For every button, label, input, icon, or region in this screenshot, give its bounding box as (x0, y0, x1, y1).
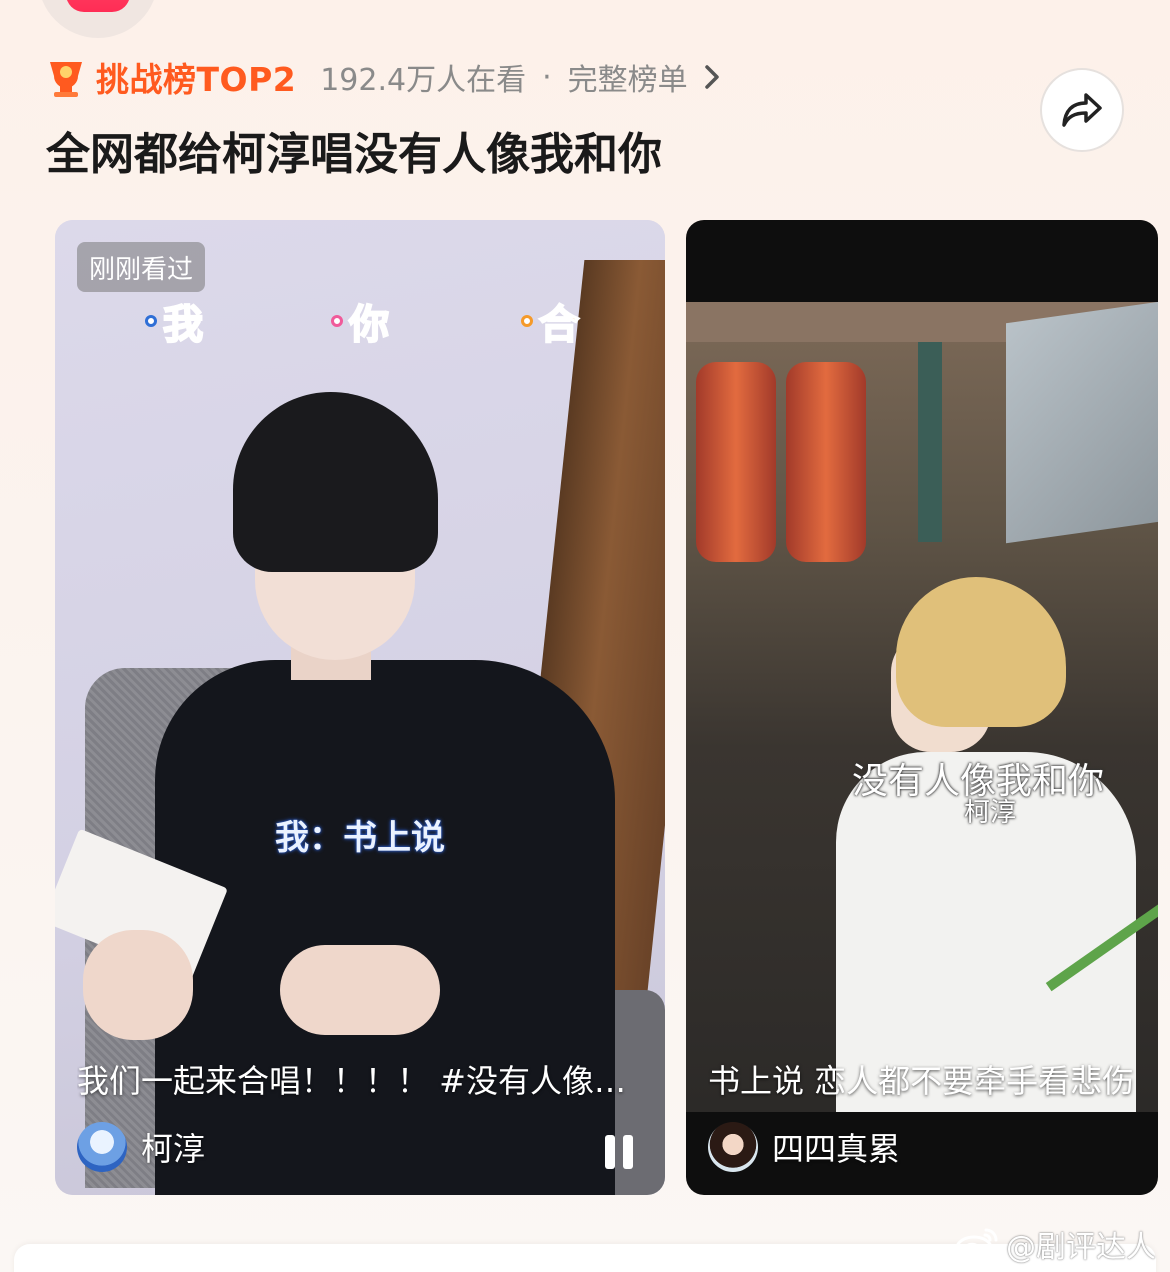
chevron-right-icon[interactable] (702, 63, 722, 91)
trophy-icon (50, 62, 82, 97)
lyric-word-1: 我 (145, 292, 204, 350)
watcher-count: 192.4万人在看 (320, 63, 527, 98)
video-card-left[interactable]: 刚刚看过 我 你 合 我：书上说 我们一起来合唱！！！！ #没有人像我… 柯淳 (55, 220, 665, 1195)
video-thumbnail-right: 没有人像我和你 柯淳 (686, 302, 1158, 1112)
lyric-word-2: 你 (331, 292, 390, 350)
author-name-left: 柯淳 (141, 1130, 206, 1168)
avatar[interactable] (708, 1122, 758, 1172)
author-row-right[interactable]: 四四真累 (708, 1122, 900, 1172)
avatar[interactable] (77, 1122, 127, 1172)
weibo-icon (955, 1228, 998, 1261)
share-icon (1062, 93, 1102, 127)
page-title: 全网都给柯淳唱没有人像我和你 (46, 129, 662, 180)
watermark: @剧评达人 (954, 1222, 1156, 1266)
share-button[interactable] (1040, 68, 1124, 152)
challenge-rank-row[interactable]: 挑战榜TOP2 192.4万人在看 · 完整榜单 (44, 54, 722, 100)
rank-label: 挑战榜TOP2 (96, 60, 297, 99)
full-list-link[interactable]: 完整榜单 (568, 55, 688, 99)
video-overlay-subtitle: 柯淳 (964, 798, 1017, 828)
author-row-left[interactable]: 柯淳 (77, 1122, 205, 1172)
author-name-right: 四四真累 (772, 1130, 901, 1168)
lyric-word-3: 合 (521, 292, 580, 350)
video-card-right[interactable]: 没有人像我和你 柯淳 书上说 恋人都不要牵手看悲伤 四四真累 (686, 220, 1158, 1195)
watermark-text: @剧评达人 (1006, 1230, 1156, 1265)
separator-dot: · (542, 59, 552, 95)
pause-icon[interactable] (599, 1132, 639, 1172)
video-caption-right: 书上说 恋人都不要牵手看悲伤 (708, 1062, 1135, 1100)
video-subtitle: 我：书上说 (275, 818, 445, 858)
recently-watched-badge: 刚刚看过 (77, 242, 206, 292)
video-caption-left: 我们一起来合唱！！！！ #没有人像我… (77, 1062, 643, 1100)
